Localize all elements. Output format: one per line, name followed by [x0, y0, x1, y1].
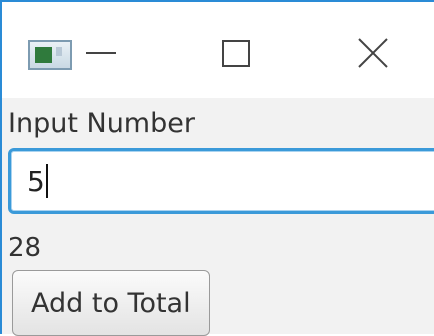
- app-icon[interactable]: [28, 40, 72, 70]
- minimize-icon[interactable]: [86, 52, 116, 54]
- text-caret: [45, 164, 48, 198]
- input-number-label: Input Number: [8, 108, 195, 139]
- total-value: 28: [8, 233, 42, 263]
- number-input-value: 5: [27, 164, 45, 198]
- title-bar[interactable]: [2, 2, 434, 98]
- maximize-icon[interactable]: [222, 40, 250, 67]
- app-window: Input Number 5 28 Add to Total: [0, 0, 434, 336]
- number-input[interactable]: 5: [8, 148, 434, 214]
- close-icon[interactable]: [357, 37, 389, 69]
- add-to-total-button[interactable]: Add to Total: [12, 270, 210, 336]
